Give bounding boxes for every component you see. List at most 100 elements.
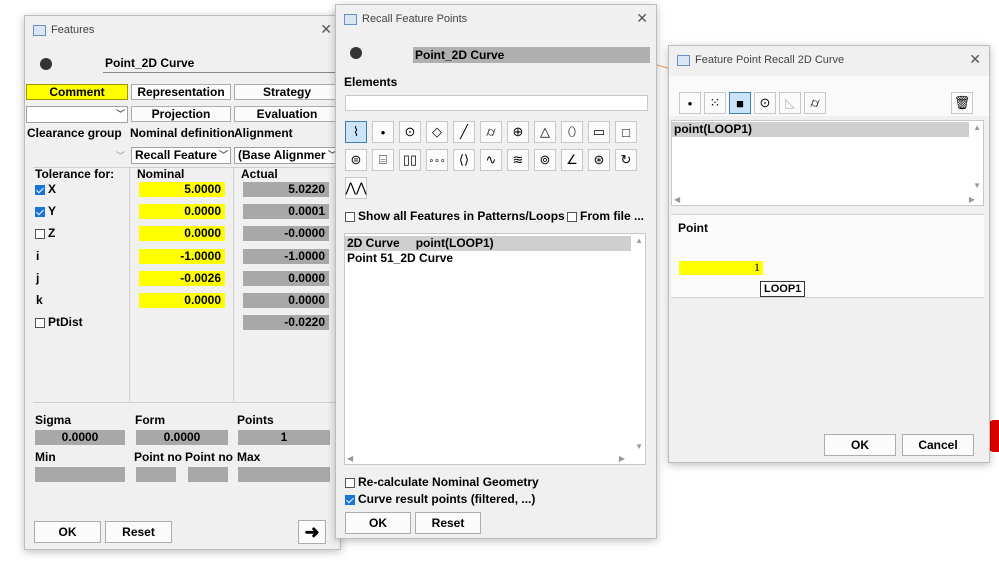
recall-titlebar: Recall Feature Points ✕: [336, 5, 656, 33]
ok-button[interactable]: OK: [824, 434, 896, 456]
close-icon[interactable]: ✕: [969, 51, 981, 68]
checkbox-z[interactable]: [35, 228, 45, 239]
reset-button[interactable]: Reset: [415, 512, 481, 534]
arrow-right-icon[interactable]: ➜: [298, 520, 326, 544]
nominal-y-field[interactable]: 0.0000: [139, 204, 225, 219]
box-icon[interactable]: ■: [729, 92, 751, 114]
window-title: Recall Feature Points: [362, 13, 468, 25]
recalculate-checkbox[interactable]: Re-calculate Nominal Geometry: [345, 475, 539, 489]
from-file-checkbox[interactable]: From file ...: [567, 209, 644, 223]
circle-point-icon[interactable]: ⊙: [754, 92, 776, 114]
nominal-j-field[interactable]: -0.0026: [139, 271, 225, 286]
symmetry-icon[interactable]: ⟨⟩: [453, 149, 475, 171]
tolerance-for-label: Tolerance for:: [35, 167, 115, 181]
checkbox-y[interactable]: [35, 206, 45, 217]
recall-point-list[interactable]: point(LOOP1) ▲ ▼ ◀ ▶: [671, 120, 984, 206]
comment-dropdown[interactable]: ﹀: [26, 106, 128, 123]
point-icon[interactable]: •: [679, 92, 701, 114]
tab-representation[interactable]: Representation: [131, 84, 231, 100]
actual-z-field: -0.0000: [243, 226, 329, 241]
free-shape-icon[interactable]: ↻: [615, 149, 637, 171]
nominal-x-field[interactable]: 5.0000: [139, 182, 225, 197]
divider: [233, 167, 234, 402]
tab-strategy[interactable]: Strategy: [234, 84, 340, 100]
point-no-label-2: Point no: [185, 450, 233, 464]
scroll-down-icon[interactable]: ▼: [635, 442, 643, 451]
curve-result-checkbox[interactable]: Curve result points (filtered, ...): [345, 492, 535, 506]
app-icon: [677, 54, 690, 66]
actual-i-field: -1.0000: [243, 249, 329, 264]
ok-button[interactable]: OK: [345, 512, 411, 534]
checkbox[interactable]: [567, 211, 577, 222]
plane-icon[interactable]: ◇: [426, 121, 448, 143]
sphere-point-icon[interactable]: ⊛: [588, 149, 610, 171]
show-all-features-checkbox[interactable]: Show all Features in Patterns/Loops: [345, 209, 565, 223]
points-label: Points: [237, 413, 274, 427]
line-icon[interactable]: ╱: [453, 121, 475, 143]
curve-icon[interactable]: ∿: [480, 149, 502, 171]
scroll-up-icon[interactable]: ▲: [973, 123, 981, 132]
angle-icon[interactable]: ∠: [561, 149, 583, 171]
list-item[interactable]: 2D Curve point(LOOP1): [345, 236, 631, 251]
point-set-icon[interactable]: ∘∘∘: [426, 149, 448, 171]
scroll-up-icon[interactable]: ▲: [635, 236, 643, 245]
window-title: Feature Point Recall 2D Curve: [695, 54, 845, 66]
trash-icon[interactable]: 🗑: [951, 92, 973, 114]
elements-search-input[interactable]: [345, 95, 648, 111]
checkbox[interactable]: [345, 477, 355, 488]
cylinder-icon[interactable]: ⌭: [804, 92, 826, 114]
scroll-right-icon[interactable]: ▶: [619, 454, 625, 463]
point-grid-icon[interactable]: ⁙: [704, 92, 726, 114]
point-icon[interactable]: •: [372, 121, 394, 143]
circle-point-icon[interactable]: ⊚: [534, 149, 556, 171]
list-item[interactable]: point(LOOP1): [672, 122, 969, 137]
circle-icon[interactable]: ⊙: [399, 121, 421, 143]
recall-feature-list[interactable]: 2D Curve point(LOOP1) Point 51_2D Curve ▲…: [344, 233, 646, 465]
tolerance-row-y[interactable]: Y: [35, 204, 56, 218]
2d-curve-icon[interactable]: ⌇: [345, 121, 367, 143]
scroll-right-icon[interactable]: ▶: [969, 195, 975, 204]
cone-icon[interactable]: △: [534, 121, 556, 143]
cylinder-icon[interactable]: ⌭: [480, 121, 502, 143]
features-titlebar: Features ✕: [25, 16, 340, 44]
alignment-label: Alignment: [234, 126, 293, 140]
ellipse-icon[interactable]: ⬯: [561, 121, 583, 143]
stud-icon[interactable]: ⌸: [372, 149, 394, 171]
checkbox-ptdist[interactable]: [35, 317, 45, 328]
ok-button[interactable]: OK: [34, 521, 101, 543]
scroll-left-icon[interactable]: ◀: [347, 454, 353, 463]
checkbox[interactable]: [345, 211, 355, 222]
projection-button[interactable]: Projection: [131, 106, 231, 122]
clearance-dropdown[interactable]: ﹀: [26, 147, 128, 164]
evaluation-button[interactable]: Evaluation: [234, 106, 340, 122]
tolerance-row-z[interactable]: Z: [35, 226, 55, 240]
nominal-i-field[interactable]: -1.0000: [139, 249, 225, 264]
checkbox[interactable]: [345, 494, 355, 505]
nominal-z-field[interactable]: 0.0000: [139, 226, 225, 241]
feature-name-field[interactable]: Point_2D Curve: [103, 56, 342, 73]
scroll-down-icon[interactable]: ▼: [973, 181, 981, 190]
close-icon[interactable]: ✕: [636, 10, 648, 27]
zigzag-icon[interactable]: ⋀⋀: [345, 177, 367, 199]
cancel-button[interactable]: Cancel: [902, 434, 974, 456]
recall-feature-points-window: Recall Feature Points ✕ Point_2D Curve E…: [335, 4, 657, 539]
double-cylinder-icon[interactable]: ▯▯: [399, 149, 421, 171]
scroll-left-icon[interactable]: ◀: [674, 195, 680, 204]
tolerance-row-x[interactable]: X: [35, 182, 56, 196]
surface-icon[interactable]: ≋: [507, 149, 529, 171]
reset-button[interactable]: Reset: [105, 521, 172, 543]
rectangle-icon[interactable]: □: [615, 121, 637, 143]
tolerance-row-ptdist[interactable]: PtDist: [35, 315, 83, 329]
torus-icon[interactable]: ⊜: [345, 149, 367, 171]
sphere-icon[interactable]: ⊕: [507, 121, 529, 143]
point-input[interactable]: [679, 261, 763, 275]
slot-icon[interactable]: ▭: [588, 121, 610, 143]
list-item[interactable]: Point 51_2D Curve: [345, 251, 645, 266]
nominal-definition-dropdown[interactable]: Recall Feature ﹀: [131, 147, 231, 164]
tab-comment[interactable]: Comment: [26, 84, 128, 100]
nominal-k-field[interactable]: 0.0000: [139, 293, 225, 308]
alignment-dropdown[interactable]: (Base Alignmer ﹀: [234, 147, 340, 164]
checkbox-x[interactable]: [35, 184, 45, 195]
plane-icon[interactable]: ◺: [779, 92, 801, 114]
close-icon[interactable]: ✕: [320, 21, 332, 38]
